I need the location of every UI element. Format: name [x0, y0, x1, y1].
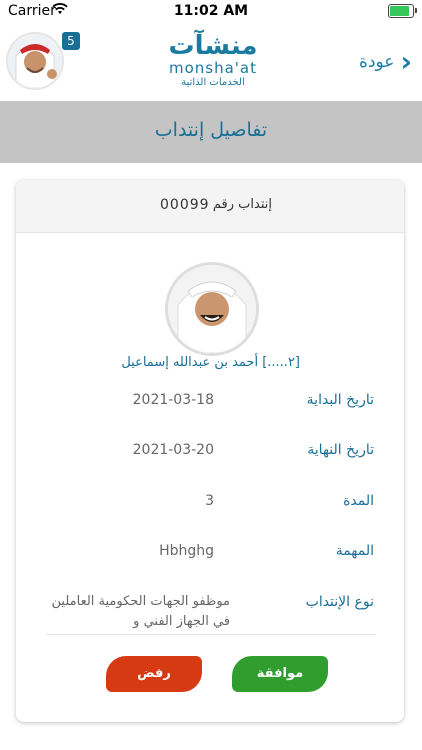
end-date-value: 2021-03-20	[132, 442, 214, 458]
page-title-bar: تفاصيل إنتداب	[0, 101, 422, 163]
employee-photo	[165, 262, 259, 356]
back-button[interactable]: عودة ›	[359, 48, 412, 76]
mandate-details-card: إنتداب رقم 00099 [۲.....] أحمد بن عبدالل…	[16, 180, 404, 722]
monshaat-logo: منشآت monsha'at الخدمات الذاتية	[158, 32, 268, 89]
duration-value: 3	[205, 493, 214, 509]
mandate-number-label: إنتداب رقم	[212, 197, 272, 212]
status-bar: Carrier 11:02 AM	[0, 0, 422, 22]
logo-english-text: monsha'at	[168, 59, 257, 77]
end-date-label: تاريخ النهاية	[307, 442, 374, 458]
task-label: المهمة	[335, 543, 374, 559]
logo-subtitle: الخدمات الذاتية	[181, 77, 245, 88]
divider	[46, 634, 376, 635]
battery-icon	[388, 4, 417, 18]
approve-button[interactable]: موافقة	[232, 656, 328, 692]
start-date-value: 2021-03-18	[132, 392, 214, 408]
mandate-number-value: 00099	[160, 197, 210, 213]
reject-button[interactable]: رفض	[106, 656, 202, 692]
mandate-type-value: موظفو الجهات الحكومية العاملين في الجهاز…	[51, 594, 230, 629]
page-title: تفاصيل إنتداب	[154, 119, 268, 141]
logo-arabic-text: منشآت	[168, 31, 258, 61]
duration-label: المدة	[343, 493, 374, 509]
card-header: إنتداب رقم 00099	[16, 180, 404, 233]
user-avatar[interactable]	[6, 32, 64, 90]
clock: 11:02 AM	[173, 3, 249, 19]
employee-name: [۲.....] أحمد بن عبدالله إسماعيل	[121, 355, 300, 370]
start-date-label: تاريخ البداية	[306, 392, 374, 408]
mandate-type-label: نوع الإنتداب	[305, 594, 374, 610]
notification-badge[interactable]: 5	[62, 32, 80, 50]
chevron-right-icon: ›	[400, 45, 412, 78]
task-value: Hbhghg	[159, 543, 214, 559]
app-header: 5 منشآت monsha'at الخدمات الذاتية عودة ›	[0, 22, 422, 100]
back-label: عودة	[359, 52, 395, 72]
